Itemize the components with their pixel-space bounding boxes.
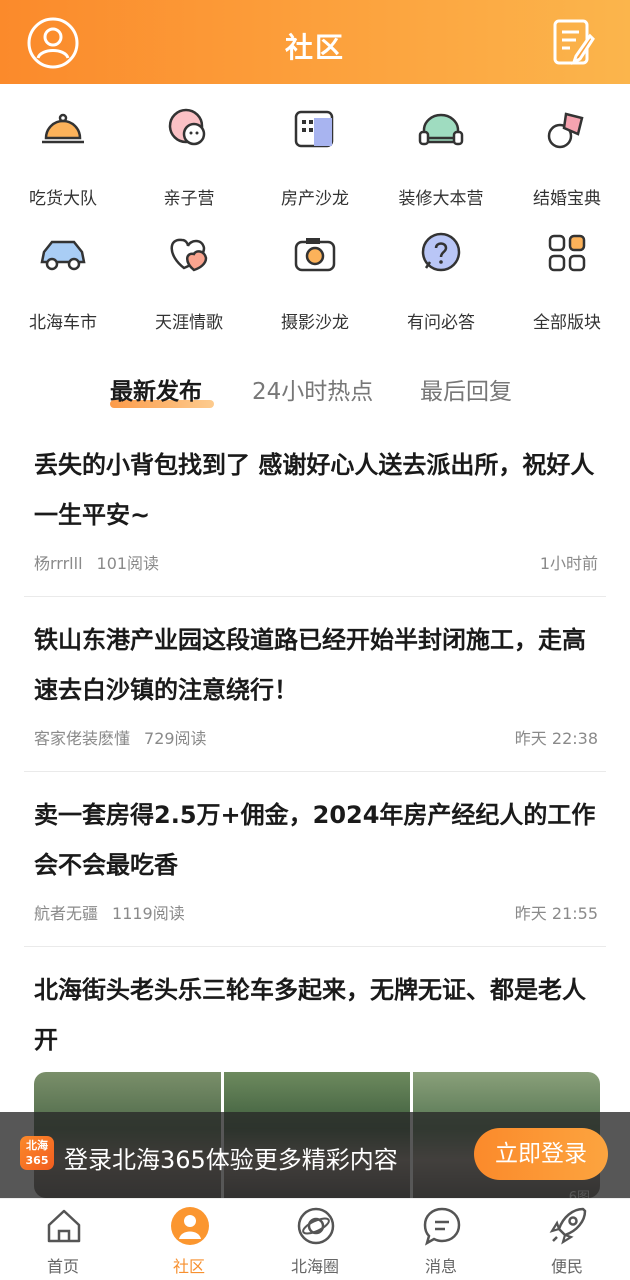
category-grid: 吃货大队 亲子营 房产沙龙 装修大本营 结婚宝典 北海车市 天涯情歌 摄影沙龙 …	[0, 96, 630, 346]
tab-latest[interactable]: 最新发布	[110, 372, 202, 406]
top-app-bar: 社区	[0, 0, 630, 84]
article-item[interactable]: 铁山东港产业园这段道路已经开始半封闭施工，走高速去白沙镇的注意绕行！ 客家佬装麽…	[24, 615, 606, 772]
article-title: 北海街头老头乐三轮车多起来，无牌无证、都是老人开	[34, 976, 586, 1054]
article-item[interactable]: 丢失的小背包找到了 感谢好心人送去派出所，祝好人一生平安~ 杨rrrlll 101…	[24, 440, 606, 597]
article-time: 昨天 21:55	[514, 904, 598, 923]
app-logo: 北海 365	[20, 1136, 54, 1170]
wedding-icon	[542, 104, 592, 154]
category-label: 摄影沙龙	[281, 313, 349, 333]
tab-last-reply[interactable]: 最后回复	[420, 372, 512, 406]
parent-child-icon	[164, 104, 214, 154]
article-item[interactable]: 卖一套房得2.5万+佣金，2024年房产经纪人的工作会不会最吃香 航者无疆 111…	[24, 790, 606, 947]
category-decoration[interactable]: 装修大本营	[378, 96, 504, 209]
category-photography[interactable]: 摄影沙龙	[252, 220, 378, 333]
article-item[interactable]: 北海街头老头乐三轮车多起来，无牌无证、都是老人开	[24, 965, 606, 1075]
nav-label: 便民	[550, 1257, 583, 1276]
nav-label: 首页	[46, 1257, 79, 1276]
food-cloche-icon	[38, 104, 88, 154]
message-icon	[421, 1205, 463, 1247]
article-time: 昨天 22:38	[514, 729, 598, 748]
grid-icon	[542, 228, 592, 278]
divider	[24, 596, 606, 597]
nav-item-community[interactable]: 社区	[126, 1199, 252, 1280]
logo-text: 365	[25, 1154, 49, 1167]
article-reads: 1119阅读	[112, 904, 185, 923]
rocket-icon	[547, 1205, 589, 1247]
category-label: 有问必答	[407, 313, 475, 333]
hearts-icon	[164, 228, 214, 278]
category-all[interactable]: 全部版块	[504, 220, 630, 333]
camera-icon	[290, 228, 340, 278]
category-label: 亲子营	[163, 189, 215, 209]
category-food[interactable]: 吃货大队	[0, 96, 126, 209]
article-author: 航者无疆	[34, 904, 99, 923]
article-meta: 杨rrrlll 101阅读	[34, 550, 159, 574]
nav-label: 北海圈	[290, 1257, 339, 1276]
compose-post-icon[interactable]	[552, 18, 596, 66]
article-meta: 航者无疆 1119阅读	[34, 900, 185, 924]
home-icon	[43, 1205, 85, 1247]
article-reads: 729阅读	[144, 729, 207, 748]
nav-label: 社区	[172, 1257, 205, 1276]
divider	[24, 771, 606, 772]
login-prompt-banner: 北海 365 登录北海365体验更多精彩内容 立即登录	[0, 1112, 630, 1198]
community-icon	[169, 1205, 211, 1247]
article-author: 客家佬装麽懂	[34, 729, 131, 748]
nav-label: 消息	[424, 1257, 457, 1276]
tab-24h-hot[interactable]: 24小时热点	[252, 372, 373, 406]
divider	[24, 946, 606, 947]
article-reads: 101阅读	[96, 554, 160, 573]
article-time: 1小时前	[539, 554, 598, 573]
category-label: 装修大本营	[398, 189, 484, 209]
article-meta: 客家佬装麽懂 729阅读	[34, 725, 207, 749]
article-title: 卖一套房得2.5万+佣金，2024年房产经纪人的工作会不会最吃香	[34, 801, 596, 879]
category-label: 天涯情歌	[155, 313, 223, 333]
article-title: 铁山东港产业园这段道路已经开始半封闭施工，走高速去白沙镇的注意绕行！	[34, 626, 586, 704]
nav-item-beihai-circle[interactable]: 北海圈	[252, 1199, 378, 1280]
category-wedding[interactable]: 结婚宝典	[504, 96, 630, 209]
category-label: 全部版块	[533, 313, 601, 333]
category-love-songs[interactable]: 天涯情歌	[126, 220, 252, 333]
category-real-estate[interactable]: 房产沙龙	[252, 96, 378, 209]
car-icon	[38, 228, 88, 278]
article-title: 丢失的小背包找到了 感谢好心人送去派出所，祝好人一生平安~	[34, 451, 595, 529]
category-label: 房产沙龙	[281, 189, 349, 209]
sofa-icon	[416, 104, 466, 154]
page-title: 社区	[284, 31, 345, 64]
login-prompt-text: 登录北海365体验更多精彩内容	[64, 1146, 398, 1174]
building-icon	[290, 104, 340, 154]
planet-icon	[295, 1205, 337, 1247]
login-button[interactable]: 立即登录	[474, 1128, 608, 1180]
category-label: 北海车市	[29, 313, 97, 333]
category-parent-child[interactable]: 亲子营	[126, 96, 252, 209]
category-label: 结婚宝典	[533, 189, 601, 209]
article-author: 杨rrrlll	[34, 554, 83, 573]
feed-tabs: 最新发布 24小时热点 最后回复	[0, 362, 630, 422]
nav-item-services[interactable]: 便民	[504, 1199, 630, 1280]
logo-text: 北海	[26, 1139, 48, 1152]
category-car-market[interactable]: 北海车市	[0, 220, 126, 333]
category-label: 吃货大队	[29, 189, 97, 209]
question-bubble-icon	[416, 228, 466, 278]
nav-item-home[interactable]: 首页	[0, 1199, 126, 1280]
category-qa[interactable]: 有问必答	[378, 220, 504, 333]
bottom-nav: 首页 社区 北海圈 消息 便民	[0, 1198, 630, 1280]
nav-item-messages[interactable]: 消息	[378, 1199, 504, 1280]
